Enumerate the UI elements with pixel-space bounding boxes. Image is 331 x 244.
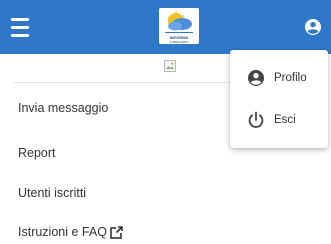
- app-logo[interactable]: INFORMA ALBERGHIERO: [159, 8, 199, 44]
- sidebar-item-label: Report: [18, 146, 56, 160]
- logo-text: INFORMA: [169, 35, 189, 40]
- sidebar-item-istruzioni-faq[interactable]: Istruzioni e FAQ: [18, 225, 123, 239]
- user-dropdown-menu: Profilo Esci: [230, 50, 328, 148]
- hamburger-line: [11, 25, 29, 29]
- sidebar-item-invia-messaggio[interactable]: Invia messaggio: [18, 101, 108, 115]
- menu-item-label: Profilo: [274, 72, 307, 84]
- hamburger-line: [11, 33, 29, 37]
- sidebar-item-label: Utenti iscritti: [18, 186, 87, 200]
- menu-item-profilo[interactable]: Profilo: [230, 60, 328, 96]
- account-circle-icon: [248, 70, 264, 86]
- sidebar-item-utenti-iscritti[interactable]: Utenti iscritti: [18, 186, 86, 200]
- sidebar-item-label: Invia messaggio: [18, 101, 109, 115]
- sidebar-item-report[interactable]: Report: [18, 146, 56, 160]
- menu-item-label: Esci: [274, 114, 296, 126]
- broken-image-icon: [164, 60, 176, 72]
- user-account-button[interactable]: [300, 13, 326, 41]
- menu-item-esci[interactable]: Esci: [230, 102, 328, 138]
- logo-subtext: ALBERGHIERO: [169, 41, 189, 44]
- external-link-icon: [110, 225, 123, 239]
- hamburger-menu-button[interactable]: [8, 14, 38, 40]
- power-icon: [248, 111, 264, 128]
- top-bar: INFORMA ALBERGHIERO: [0, 0, 331, 54]
- hamburger-line: [11, 17, 29, 21]
- account-circle-icon: [305, 19, 321, 35]
- app-page: INFORMA ALBERGHIERO Invia messaggio Repo…: [0, 0, 331, 244]
- sidebar-item-label: Istruzioni e FAQ: [18, 225, 107, 239]
